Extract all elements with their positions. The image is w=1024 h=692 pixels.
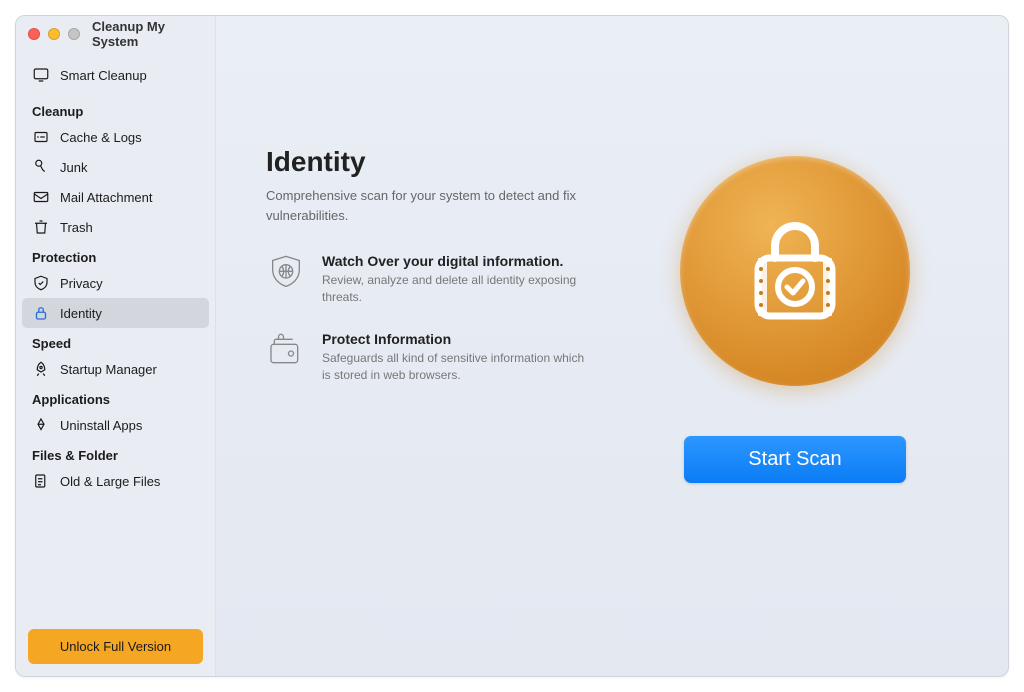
app-window: Cleanup My System Smart Cleanup Cleanup …	[15, 15, 1009, 677]
titlebar: Cleanup My System	[16, 16, 215, 52]
sidebar-item-label: Cache & Logs	[60, 130, 142, 145]
sidebar-item-label: Privacy	[60, 276, 103, 291]
main-content: Identity Comprehensive scan for your sys…	[216, 16, 1008, 676]
feature-title: Protect Information	[322, 331, 592, 347]
sidebar-item-uninstall-apps[interactable]: Uninstall Apps	[22, 410, 209, 440]
monitor-icon	[32, 66, 50, 84]
feature-desc: Review, analyze and delete all identity …	[322, 272, 592, 307]
feature-title: Watch Over your digital information.	[322, 253, 592, 269]
sidebar-item-label: Old & Large Files	[60, 474, 160, 489]
page-title: Identity	[266, 146, 592, 178]
feature-watch-over: Watch Over your digital information. Rev…	[266, 253, 592, 307]
page-subtitle: Comprehensive scan for your system to de…	[266, 186, 592, 225]
minimize-button[interactable]	[48, 28, 60, 40]
sidebar-item-identity[interactable]: Identity	[22, 298, 209, 328]
files-icon	[32, 472, 50, 490]
section-files: Files & Folder	[22, 440, 209, 466]
feature-protect-info: Protect Information Safeguards all kind …	[266, 331, 592, 385]
sidebar-item-startup-manager[interactable]: Startup Manager	[22, 354, 209, 384]
sidebar-footer: Unlock Full Version	[16, 617, 215, 676]
sidebar-nav: Smart Cleanup Cleanup Cache & Logs Junk	[16, 52, 215, 617]
shield-icon	[32, 274, 50, 292]
sidebar-item-smart-cleanup[interactable]: Smart Cleanup	[22, 60, 209, 90]
rocket-icon	[32, 360, 50, 378]
sidebar-item-label: Uninstall Apps	[60, 418, 142, 433]
broom-icon	[32, 158, 50, 176]
sidebar: Cleanup My System Smart Cleanup Cleanup …	[16, 16, 216, 676]
globe-shield-icon	[266, 253, 306, 293]
section-protection: Protection	[22, 242, 209, 268]
content-action: Start Scan	[632, 146, 958, 636]
feature-text: Watch Over your digital information. Rev…	[322, 253, 592, 307]
section-applications: Applications	[22, 384, 209, 410]
start-scan-button[interactable]: Start Scan	[684, 436, 905, 483]
sidebar-item-label: Mail Attachment	[60, 190, 153, 205]
sidebar-item-label: Trash	[60, 220, 93, 235]
sidebar-item-mail-attachment[interactable]: Mail Attachment	[22, 182, 209, 212]
sidebar-item-label: Smart Cleanup	[60, 68, 147, 83]
mail-icon	[32, 188, 50, 206]
sidebar-item-trash[interactable]: Trash	[22, 212, 209, 242]
section-speed: Speed	[22, 328, 209, 354]
section-cleanup: Cleanup	[22, 96, 209, 122]
feature-desc: Safeguards all kind of sensitive informa…	[322, 350, 592, 385]
sidebar-item-label: Identity	[60, 306, 102, 321]
sidebar-item-label: Startup Manager	[60, 362, 157, 377]
feature-text: Protect Information Safeguards all kind …	[322, 331, 592, 385]
sidebar-item-old-large-files[interactable]: Old & Large Files	[22, 466, 209, 496]
content-info: Identity Comprehensive scan for your sys…	[266, 146, 592, 636]
lock-icon	[32, 304, 50, 322]
unlock-full-version-button[interactable]: Unlock Full Version	[28, 629, 203, 664]
identity-hero-graphic	[680, 156, 910, 386]
log-icon	[32, 128, 50, 146]
wallet-lock-icon	[266, 331, 306, 371]
trash-icon	[32, 218, 50, 236]
window-controls	[28, 28, 80, 40]
sidebar-item-label: Junk	[60, 160, 87, 175]
maximize-button[interactable]	[68, 28, 80, 40]
close-button[interactable]	[28, 28, 40, 40]
sidebar-item-cache-logs[interactable]: Cache & Logs	[22, 122, 209, 152]
sidebar-item-junk[interactable]: Junk	[22, 152, 209, 182]
apps-icon	[32, 416, 50, 434]
sidebar-item-privacy[interactable]: Privacy	[22, 268, 209, 298]
window-title: Cleanup My System	[92, 19, 203, 49]
